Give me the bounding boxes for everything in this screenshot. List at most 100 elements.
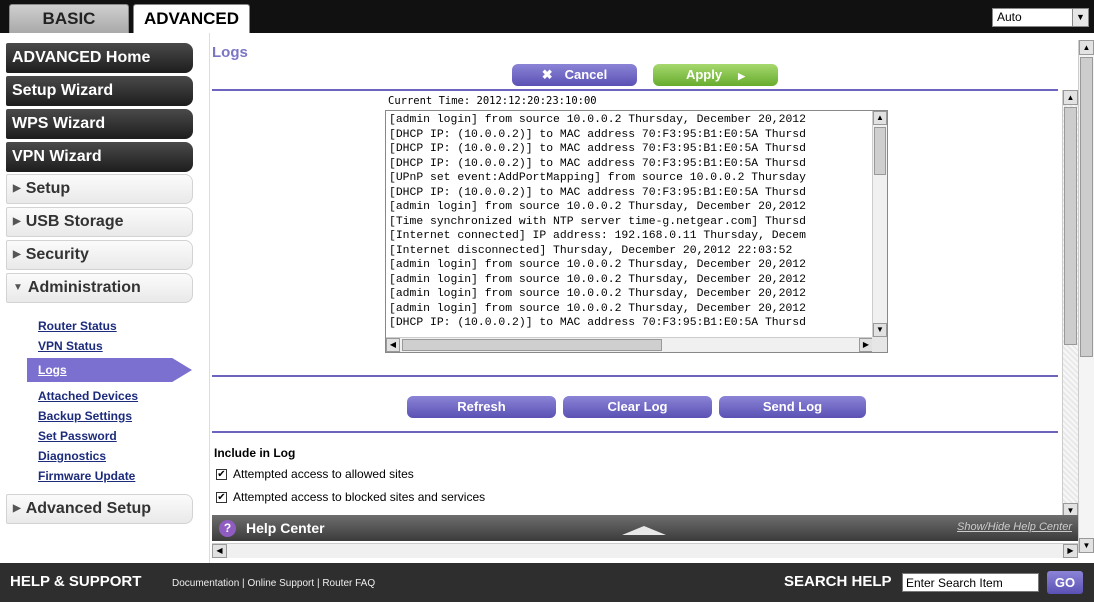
content-vertical-scrollbar[interactable]: ▲ ▼ (1062, 90, 1078, 518)
log-line: [admin login] from source 10.0.0.2 Thurs… (389, 201, 806, 213)
log-line: [Internet disconnected] Thursday, Decemb… (389, 244, 793, 257)
log-line: [DHCP IP: (10.0.0.2)] to MAC address 70:… (389, 157, 806, 170)
cancel-button[interactable]: ✖ Cancel (512, 64, 637, 86)
scroll-up-icon[interactable]: ▲ (1079, 40, 1094, 55)
scroll-up-icon[interactable]: ▲ (873, 111, 887, 125)
sidebar-section-label: USB Storage (25, 213, 124, 230)
divider (212, 431, 1058, 433)
log-line: [admin login] from source 10.0.0.2 Thurs… (389, 259, 806, 271)
log-horizontal-scrollbar[interactable]: ◀ ▶ (386, 337, 873, 352)
search-input[interactable] (902, 573, 1039, 592)
sidebar-item-wps-wizard[interactable]: WPS Wizard (6, 109, 193, 139)
sidebar-link-backup-settings[interactable]: Backup Settings (38, 409, 132, 423)
sidebar-item-vpn-wizard[interactable]: VPN Wizard (6, 142, 193, 172)
sidebar-section-label: Security (25, 246, 89, 263)
sidebar-link-set-password[interactable]: Set Password (38, 429, 117, 443)
sidebar-link-logs-label: Logs (38, 363, 67, 377)
scroll-down-icon[interactable]: ▼ (873, 323, 887, 337)
scroll-thumb[interactable] (1080, 57, 1093, 357)
help-center-title: Help Center (246, 520, 325, 536)
arrow-right-icon: ▶ (738, 71, 746, 81)
checkbox-blocked-sites[interactable]: ✔ (216, 491, 227, 503)
scroll-right-icon[interactable]: ▶ (1063, 544, 1078, 558)
triangle-right-icon: ▶ (13, 249, 21, 260)
search-help-label: SEARCH HELP (784, 573, 892, 590)
top-bar: BASIC ADVANCED Auto ▼ (0, 0, 1094, 33)
apply-button-label: Apply (685, 67, 723, 82)
tab-advanced[interactable]: ADVANCED (133, 4, 250, 33)
log-line: [DHCP IP: (10.0.0.2)] to MAC address 70:… (389, 143, 806, 155)
scroll-thumb[interactable] (874, 127, 886, 175)
show-hide-help-link[interactable]: Show/Hide Help Center (957, 521, 1072, 533)
chevron-down-icon[interactable]: ▼ (1072, 9, 1088, 26)
scroll-left-icon[interactable]: ◀ (386, 338, 400, 352)
scroll-up-icon[interactable]: ▲ (1063, 90, 1078, 105)
apply-button[interactable]: Apply ▶ (653, 64, 778, 86)
sidebar-item-advanced-home[interactable]: ADVANCED Home (6, 43, 193, 73)
checkbox-label: Attempted access to blocked sites and se… (233, 490, 486, 504)
help-icon: ? (219, 520, 236, 537)
log-content: [admin login] from source 10.0.0.2 Thurs… (389, 113, 873, 336)
cancel-button-label: Cancel (564, 67, 608, 82)
sidebar-link-firmware-update[interactable]: Firmware Update (38, 469, 135, 483)
log-line: [Internet connected] IP address: 192.168… (389, 230, 806, 242)
send-log-button[interactable]: Send Log (719, 396, 866, 418)
log-line: [DHCP IP: (10.0.0.2)] to MAC address 70:… (389, 186, 806, 199)
page-vertical-scrollbar[interactable]: ▲ ▼ (1078, 40, 1094, 553)
sidebar-section-label: Advanced Setup (25, 500, 152, 517)
router-admin-page: BASIC ADVANCED Auto ▼ ADVANCED Home Setu… (0, 0, 1094, 602)
sidebar-section-label: Setup (25, 180, 71, 197)
page-horizontal-scrollbar[interactable]: ◀ ▶ (212, 543, 1078, 558)
sidebar-section-advanced-setup[interactable]: ▶ Advanced Setup (6, 494, 193, 524)
sidebar-section-usb-storage[interactable]: ▶ USB Storage (6, 207, 193, 237)
triangle-right-icon: ▶ (13, 183, 21, 194)
log-line: [DHCP IP: (10.0.0.2)] to MAC address 70:… (389, 317, 806, 329)
log-line: [UPnP set event:AddPortMapping] from sou… (389, 172, 806, 184)
scroll-left-icon[interactable]: ◀ (212, 544, 227, 558)
tab-basic[interactable]: BASIC (9, 4, 129, 33)
footer-title: HELP & SUPPORT (10, 573, 142, 590)
log-line: [admin login] from source 10.0.0.2 Thurs… (389, 288, 806, 300)
sidebar-section-setup[interactable]: ▶ Setup (6, 174, 193, 204)
checkbox-allowed-sites[interactable]: ✔ (216, 468, 227, 480)
scroll-thumb[interactable] (1064, 107, 1077, 345)
close-icon: ✖ (541, 67, 553, 82)
router-faq-link[interactable]: Router FAQ (322, 578, 375, 589)
refresh-button[interactable]: Refresh (407, 396, 556, 418)
scroll-down-icon[interactable]: ▼ (1079, 538, 1094, 553)
sidebar-section-label: Administration (27, 279, 141, 296)
scroll-right-icon[interactable]: ▶ (859, 338, 873, 352)
sidebar: ADVANCED Home Setup Wizard WPS Wizard VP… (0, 33, 210, 563)
sidebar-link-router-status[interactable]: Router Status (38, 319, 117, 333)
current-time: Current Time: 2012:12:20:23:10:00 (388, 95, 597, 107)
divider (212, 89, 1058, 91)
online-support-link[interactable]: Online Support (247, 578, 314, 589)
expand-arrow-icon[interactable] (622, 526, 666, 535)
log-line: [admin login] from source 10.0.0.2 Thurs… (389, 114, 806, 126)
triangle-right-icon: ▶ (13, 503, 21, 514)
sidebar-link-vpn-status[interactable]: VPN Status (38, 339, 103, 353)
include-option-allowed-sites[interactable]: ✔ Attempted access to allowed sites (216, 467, 414, 481)
language-select[interactable]: Auto ▼ (992, 8, 1089, 27)
include-option-blocked-sites[interactable]: ✔ Attempted access to blocked sites and … (216, 490, 485, 504)
log-vertical-scrollbar[interactable]: ▲ ▼ (872, 111, 887, 337)
documentation-link[interactable]: Documentation (172, 578, 239, 589)
triangle-down-icon: ▼ (13, 282, 23, 293)
clear-log-button[interactable]: Clear Log (563, 396, 712, 418)
log-line: [admin login] from source 10.0.0.2 Thurs… (389, 273, 806, 286)
resize-grip-icon[interactable] (872, 337, 887, 352)
help-center-bar: ? Help Center Show/Hide Help Center (212, 515, 1078, 541)
language-select-value: Auto (997, 10, 1022, 24)
footer-links: Documentation | Online Support | Router … (172, 578, 375, 589)
log-line: [DHCP IP: (10.0.0.2)] to MAC address 70:… (389, 128, 806, 141)
sidebar-item-setup-wizard[interactable]: Setup Wizard (6, 76, 193, 106)
go-button[interactable]: GO (1047, 571, 1083, 594)
include-in-log-heading: Include in Log (214, 446, 296, 460)
sidebar-section-administration[interactable]: ▼ Administration (6, 273, 193, 303)
sidebar-section-security[interactable]: ▶ Security (6, 240, 193, 270)
sidebar-link-attached-devices[interactable]: Attached Devices (38, 389, 138, 403)
sidebar-link-diagnostics[interactable]: Diagnostics (38, 449, 106, 463)
scroll-thumb[interactable] (402, 339, 662, 351)
sidebar-link-logs[interactable]: Logs (27, 358, 192, 382)
log-textarea[interactable]: [admin login] from source 10.0.0.2 Thurs… (385, 110, 888, 353)
